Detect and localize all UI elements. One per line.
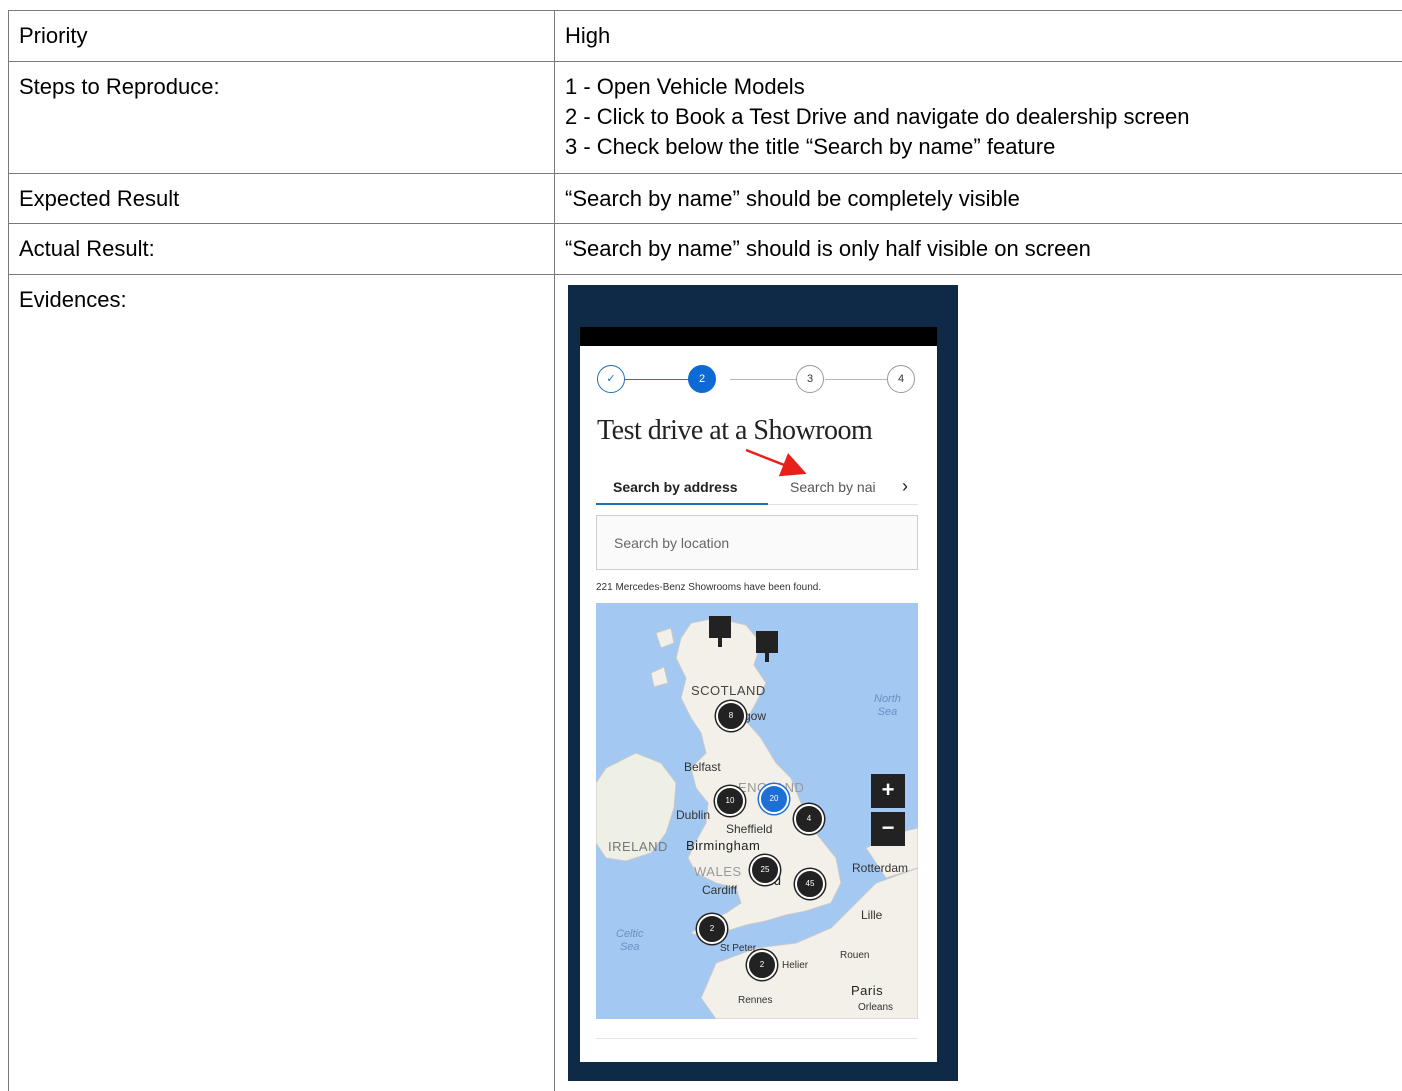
table-row-expected: Expected Result “Search by name” should … [8,173,1402,223]
step-line-2: 2 - Click to Book a Test Drive and navig… [565,104,1190,129]
row-value: “Search by name” should be completely vi… [565,186,1020,211]
table-row-actual: Actual Result: “Search by name” should i… [8,223,1402,274]
row-label: Expected Result [8,174,555,223]
step-line-1: 1 - Open Vehicle Models [565,74,805,99]
row-label: Evidences: [8,275,555,1091]
evidence-screenshot: ✓ 2 3 4 Test drive at a Showroom Search … [568,285,958,1081]
step-line-3: 3 - Check below the title “Search by nam… [565,134,1056,159]
table-row-priority: Priority High [8,10,1402,61]
row-label: Actual Result: [8,224,555,274]
row-value: 1 - Open Vehicle Models 2 - Click to Boo… [555,62,1402,173]
row-label: Priority [8,11,555,61]
row-value: “Search by name” should is only half vis… [565,236,1091,261]
annotation-arrow-icon [745,448,807,477]
table-row-steps: Steps to Reproduce: 1 - Open Vehicle Mod… [8,61,1402,173]
row-label: Steps to Reproduce: [8,62,555,173]
phone-screen: ✓ 2 3 4 Test drive at a Showroom Search … [580,327,937,1062]
row-value: High [565,23,611,48]
